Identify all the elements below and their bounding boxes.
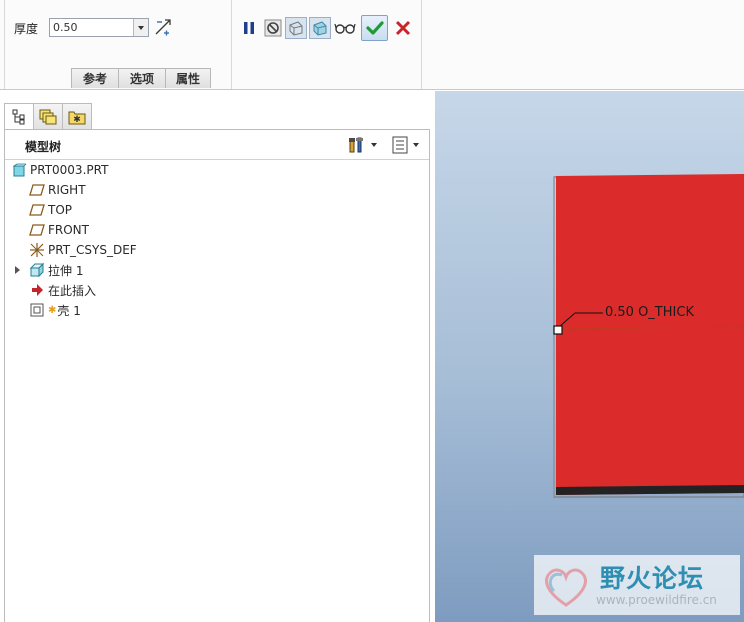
cancel-button[interactable] bbox=[392, 17, 414, 39]
cancel-icon bbox=[395, 20, 411, 36]
tree-item-shell[interactable]: ✱ 壳 1 bbox=[5, 300, 429, 320]
tree-item-right[interactable]: RIGHT bbox=[5, 180, 429, 200]
model-tree-icon bbox=[12, 109, 25, 125]
preview-icon bbox=[313, 21, 327, 36]
tools-icon bbox=[349, 137, 363, 153]
no-preview-button[interactable] bbox=[262, 17, 284, 39]
tree-item-label: 拉伸 1 bbox=[48, 263, 84, 278]
pause-icon bbox=[244, 22, 254, 34]
tree-item-label: PRT0003.PRT bbox=[30, 163, 109, 177]
ok-icon bbox=[365, 21, 384, 35]
feature-dashboard: 厚度 参考 选项 属性 bbox=[0, 0, 744, 90]
model-tree-list: PRT0003.PRT RIGHT TOP FRONT PRT_CSYS_DEF… bbox=[5, 160, 429, 320]
tree-settings-button[interactable] bbox=[348, 136, 377, 154]
tree-item-label: 在此插入 bbox=[48, 283, 97, 298]
model-tree-title: 模型树 bbox=[25, 140, 62, 154]
datum-plane-icon bbox=[29, 182, 45, 198]
tree-item-part[interactable]: PRT0003.PRT bbox=[5, 160, 429, 180]
part-icon bbox=[11, 162, 27, 178]
glasses-icon bbox=[334, 23, 356, 34]
csys-icon bbox=[29, 242, 45, 258]
flip-direction-button[interactable] bbox=[153, 17, 173, 37]
ok-button[interactable] bbox=[361, 15, 388, 41]
thickness-dropdown-button[interactable] bbox=[133, 19, 148, 36]
tree-show-button[interactable] bbox=[392, 136, 419, 154]
thickness-input[interactable] bbox=[50, 19, 134, 36]
no-preview-icon bbox=[264, 19, 282, 37]
tree-item-label: PRT_CSYS_DEF bbox=[48, 243, 137, 257]
dashboard-tabs: 参考 选项 属性 bbox=[71, 68, 211, 88]
thickness-dimension-label[interactable]: 0.50 O_THICK bbox=[605, 305, 694, 320]
datum-plane-icon bbox=[29, 222, 45, 238]
navigator-panel: ✱ 模型树 PRT0003.PRT RIGHT TOP FRONT PRT_CS… bbox=[0, 91, 435, 622]
verify-button[interactable] bbox=[285, 17, 307, 39]
tree-item-csys[interactable]: PRT_CSYS_DEF bbox=[5, 240, 429, 260]
watermark: 野火论坛 www.proewildfire.cn bbox=[534, 555, 740, 615]
tab-layers[interactable] bbox=[33, 103, 63, 129]
app-window: 厚度 参考 选项 属性 bbox=[0, 0, 744, 622]
preview-button[interactable] bbox=[309, 17, 331, 39]
pause-button[interactable] bbox=[238, 17, 260, 39]
tree-item-label: TOP bbox=[48, 203, 73, 217]
preview-glasses-button[interactable] bbox=[334, 17, 356, 39]
new-feature-star-icon: ✱ bbox=[48, 304, 57, 316]
chevron-down-icon bbox=[371, 143, 377, 147]
svg-text:✱: ✱ bbox=[73, 115, 81, 125]
thickness-combo[interactable] bbox=[49, 18, 149, 37]
tab-references[interactable]: 参考 bbox=[71, 68, 119, 88]
thickness-group: 厚度 参考 选项 属性 bbox=[4, 0, 232, 89]
tab-options[interactable]: 选项 bbox=[118, 68, 166, 88]
insert-arrow-icon bbox=[29, 282, 45, 298]
tab-properties[interactable]: 属性 bbox=[165, 68, 211, 88]
thickness-label: 厚度 bbox=[14, 22, 39, 36]
watermark-logo bbox=[545, 568, 587, 607]
tree-item-label: RIGHT bbox=[48, 183, 86, 197]
favorites-icon: ✱ bbox=[68, 111, 86, 125]
list-icon bbox=[392, 136, 408, 154]
layers-icon bbox=[39, 109, 57, 124]
tab-favorites[interactable]: ✱ bbox=[62, 103, 92, 129]
model-tree: 模型树 PRT0003.PRT RIGHT TOP FRONT PRT_CSYS… bbox=[4, 129, 430, 622]
verify-icon bbox=[289, 21, 303, 36]
tab-model-tree[interactable] bbox=[4, 103, 34, 130]
part-model bbox=[553, 174, 744, 498]
tree-item-extrude[interactable]: 拉伸 1 bbox=[5, 260, 429, 280]
datum-plane-icon bbox=[29, 202, 45, 218]
tree-item-label: 壳 1 bbox=[57, 303, 81, 318]
tree-item-front[interactable]: FRONT bbox=[5, 220, 429, 240]
graphics-window[interactable]: 0.50 O_THICK 野火论坛 www.proewildfire.cn bbox=[435, 91, 744, 622]
navigator-tabs: ✱ bbox=[4, 103, 92, 130]
extrude-icon bbox=[29, 262, 45, 278]
tree-item-label: FRONT bbox=[48, 223, 89, 237]
watermark-url: www.proewildfire.cn bbox=[596, 593, 717, 607]
watermark-title: 野火论坛 bbox=[600, 564, 705, 593]
control-group bbox=[232, 0, 422, 89]
expand-arrow-icon[interactable] bbox=[15, 266, 20, 274]
chevron-down-icon bbox=[413, 143, 419, 147]
flip-direction-icon bbox=[155, 19, 171, 36]
tree-item-insert-here[interactable]: 在此插入 bbox=[5, 280, 429, 300]
tree-item-top[interactable]: TOP bbox=[5, 200, 429, 220]
shell-icon bbox=[29, 302, 45, 318]
model-tree-header: 模型树 bbox=[5, 130, 429, 160]
